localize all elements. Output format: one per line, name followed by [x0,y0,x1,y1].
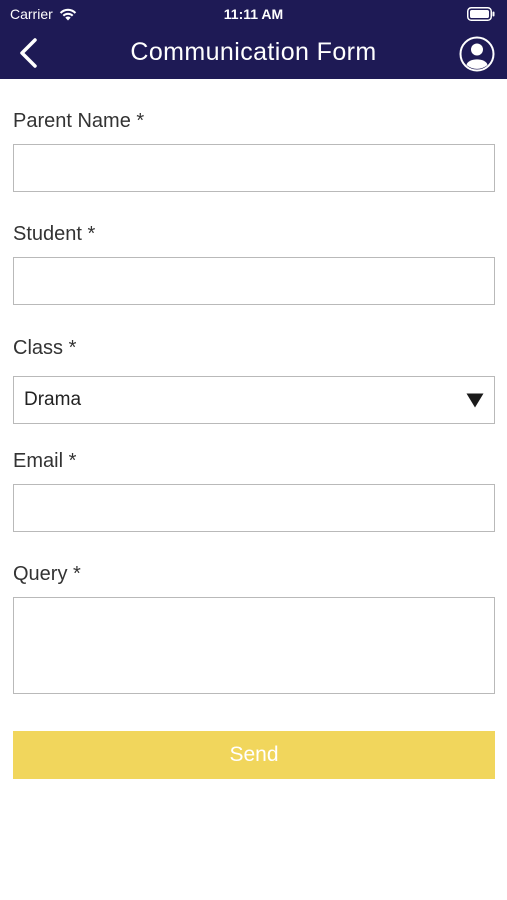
class-select[interactable]: Drama [13,376,495,424]
battery-icon [467,7,495,24]
query-label: Query * [13,563,81,585]
status-time: 11:11 AM [223,6,284,22]
dropdown-arrow-icon [466,393,484,408]
profile-button[interactable] [459,36,495,72]
app-header: Carrier 11:11 AM Communication Form [0,0,507,79]
parent-name-label: Parent Name * [13,110,145,132]
send-button[interactable]: Send [13,731,495,779]
nav-bar: Communication Form [0,28,507,79]
class-label: Class * [13,337,77,359]
parent-name-input[interactable] [13,144,495,192]
query-textarea[interactable] [13,597,495,694]
student-label: Student * [13,223,96,245]
status-bar: Carrier 11:11 AM [0,0,507,28]
email-input[interactable] [13,484,495,532]
email-label: Email * [13,450,77,472]
class-selected-value: Drama [24,389,82,410]
user-circle-icon [459,36,495,72]
page-title: Communication Form [130,38,377,66]
student-input[interactable] [13,257,495,305]
